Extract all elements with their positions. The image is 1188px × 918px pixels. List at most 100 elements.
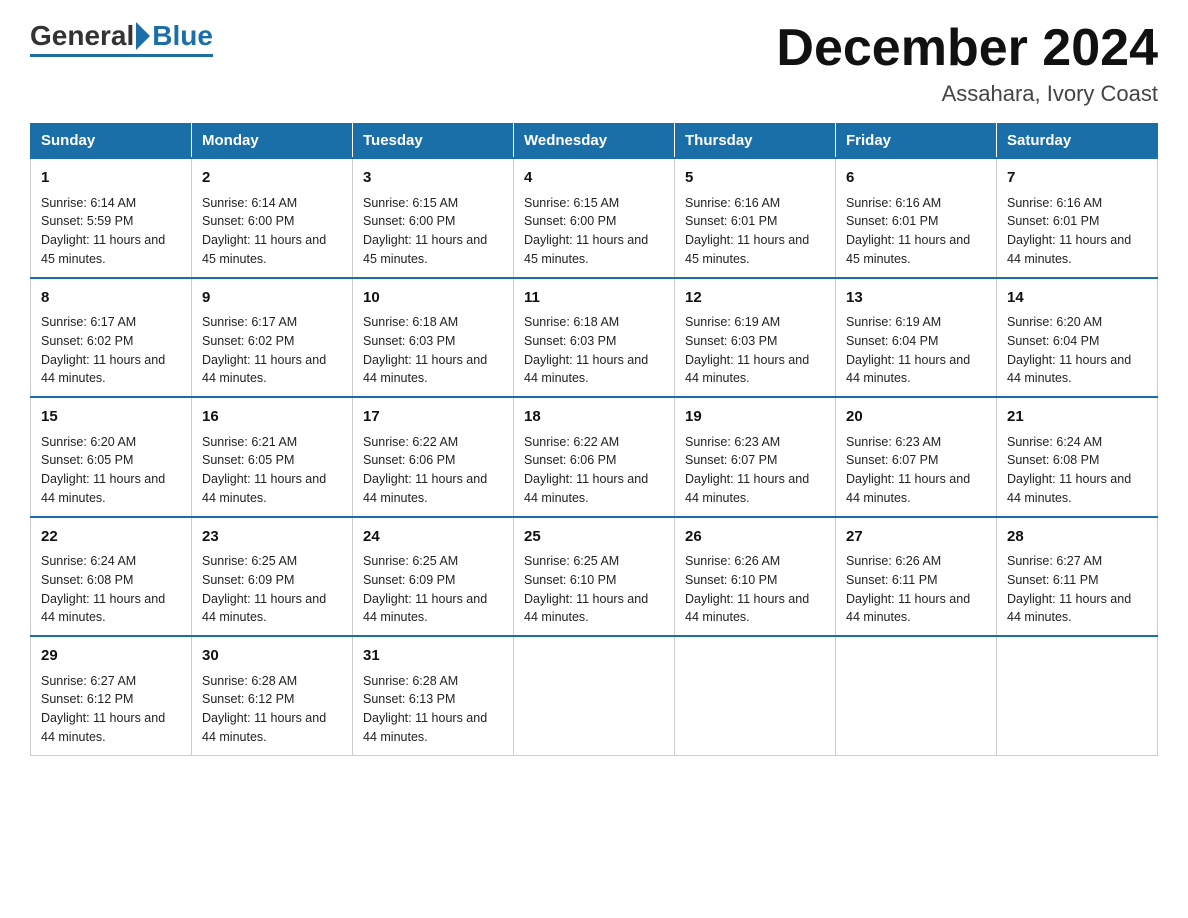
day-number: 17 xyxy=(363,406,503,429)
month-title: December 2024 xyxy=(776,20,1158,77)
calendar-cell: 24 Sunrise: 6:25 AMSunset: 6:09 PMDaylig… xyxy=(353,517,514,637)
week-row-1: 1 Sunrise: 6:14 AMSunset: 5:59 PMDayligh… xyxy=(31,158,1158,278)
day-number: 18 xyxy=(524,406,664,429)
calendar-cell: 29 Sunrise: 6:27 AMSunset: 6:12 PMDaylig… xyxy=(31,636,192,755)
day-number: 7 xyxy=(1007,167,1147,190)
calendar-cell: 8 Sunrise: 6:17 AMSunset: 6:02 PMDayligh… xyxy=(31,278,192,398)
day-number: 13 xyxy=(846,287,986,310)
day-info: Sunrise: 6:19 AMSunset: 6:03 PMDaylight:… xyxy=(685,315,809,385)
day-info: Sunrise: 6:20 AMSunset: 6:04 PMDaylight:… xyxy=(1007,315,1131,385)
day-number: 2 xyxy=(202,167,342,190)
day-number: 14 xyxy=(1007,287,1147,310)
logo: General Blue xyxy=(30,20,213,57)
day-number: 20 xyxy=(846,406,986,429)
day-number: 30 xyxy=(202,645,342,668)
day-info: Sunrise: 6:23 AMSunset: 6:07 PMDaylight:… xyxy=(846,435,970,505)
calendar-table: Sunday Monday Tuesday Wednesday Thursday… xyxy=(30,123,1158,756)
week-row-2: 8 Sunrise: 6:17 AMSunset: 6:02 PMDayligh… xyxy=(31,278,1158,398)
day-info: Sunrise: 6:16 AMSunset: 6:01 PMDaylight:… xyxy=(685,196,809,266)
calendar-cell xyxy=(836,636,997,755)
calendar-cell: 19 Sunrise: 6:23 AMSunset: 6:07 PMDaylig… xyxy=(675,397,836,517)
day-info: Sunrise: 6:15 AMSunset: 6:00 PMDaylight:… xyxy=(363,196,487,266)
day-number: 9 xyxy=(202,287,342,310)
logo-general-text: General xyxy=(30,20,134,52)
page-header: General Blue December 2024 Assahara, Ivo… xyxy=(30,20,1158,107)
calendar-cell: 30 Sunrise: 6:28 AMSunset: 6:12 PMDaylig… xyxy=(192,636,353,755)
week-row-5: 29 Sunrise: 6:27 AMSunset: 6:12 PMDaylig… xyxy=(31,636,1158,755)
day-info: Sunrise: 6:14 AMSunset: 5:59 PMDaylight:… xyxy=(41,196,165,266)
calendar-cell: 21 Sunrise: 6:24 AMSunset: 6:08 PMDaylig… xyxy=(997,397,1158,517)
day-info: Sunrise: 6:14 AMSunset: 6:00 PMDaylight:… xyxy=(202,196,326,266)
day-info: Sunrise: 6:16 AMSunset: 6:01 PMDaylight:… xyxy=(1007,196,1131,266)
title-area: December 2024 Assahara, Ivory Coast xyxy=(776,20,1158,107)
calendar-cell: 27 Sunrise: 6:26 AMSunset: 6:11 PMDaylig… xyxy=(836,517,997,637)
day-info: Sunrise: 6:25 AMSunset: 6:09 PMDaylight:… xyxy=(363,554,487,624)
calendar-cell: 28 Sunrise: 6:27 AMSunset: 6:11 PMDaylig… xyxy=(997,517,1158,637)
header-wednesday: Wednesday xyxy=(514,124,675,159)
day-info: Sunrise: 6:26 AMSunset: 6:11 PMDaylight:… xyxy=(846,554,970,624)
header-sunday: Sunday xyxy=(31,124,192,159)
calendar-cell: 15 Sunrise: 6:20 AMSunset: 6:05 PMDaylig… xyxy=(31,397,192,517)
day-info: Sunrise: 6:18 AMSunset: 6:03 PMDaylight:… xyxy=(363,315,487,385)
day-info: Sunrise: 6:25 AMSunset: 6:10 PMDaylight:… xyxy=(524,554,648,624)
header-friday: Friday xyxy=(836,124,997,159)
calendar-cell: 9 Sunrise: 6:17 AMSunset: 6:02 PMDayligh… xyxy=(192,278,353,398)
calendar-cell: 17 Sunrise: 6:22 AMSunset: 6:06 PMDaylig… xyxy=(353,397,514,517)
day-info: Sunrise: 6:22 AMSunset: 6:06 PMDaylight:… xyxy=(363,435,487,505)
day-info: Sunrise: 6:28 AMSunset: 6:12 PMDaylight:… xyxy=(202,674,326,744)
calendar-cell: 4 Sunrise: 6:15 AMSunset: 6:00 PMDayligh… xyxy=(514,158,675,278)
calendar-cell: 6 Sunrise: 6:16 AMSunset: 6:01 PMDayligh… xyxy=(836,158,997,278)
day-number: 31 xyxy=(363,645,503,668)
day-info: Sunrise: 6:28 AMSunset: 6:13 PMDaylight:… xyxy=(363,674,487,744)
location-subtitle: Assahara, Ivory Coast xyxy=(776,81,1158,107)
day-number: 16 xyxy=(202,406,342,429)
day-info: Sunrise: 6:17 AMSunset: 6:02 PMDaylight:… xyxy=(202,315,326,385)
header-monday: Monday xyxy=(192,124,353,159)
calendar-cell: 2 Sunrise: 6:14 AMSunset: 6:00 PMDayligh… xyxy=(192,158,353,278)
day-number: 6 xyxy=(846,167,986,190)
calendar-cell: 26 Sunrise: 6:26 AMSunset: 6:10 PMDaylig… xyxy=(675,517,836,637)
day-info: Sunrise: 6:21 AMSunset: 6:05 PMDaylight:… xyxy=(202,435,326,505)
calendar-cell xyxy=(675,636,836,755)
week-row-4: 22 Sunrise: 6:24 AMSunset: 6:08 PMDaylig… xyxy=(31,517,1158,637)
calendar-cell: 12 Sunrise: 6:19 AMSunset: 6:03 PMDaylig… xyxy=(675,278,836,398)
day-info: Sunrise: 6:22 AMSunset: 6:06 PMDaylight:… xyxy=(524,435,648,505)
day-info: Sunrise: 6:24 AMSunset: 6:08 PMDaylight:… xyxy=(1007,435,1131,505)
day-number: 21 xyxy=(1007,406,1147,429)
calendar-cell: 22 Sunrise: 6:24 AMSunset: 6:08 PMDaylig… xyxy=(31,517,192,637)
calendar-cell: 1 Sunrise: 6:14 AMSunset: 5:59 PMDayligh… xyxy=(31,158,192,278)
day-number: 24 xyxy=(363,526,503,549)
day-number: 27 xyxy=(846,526,986,549)
day-number: 23 xyxy=(202,526,342,549)
calendar-cell: 16 Sunrise: 6:21 AMSunset: 6:05 PMDaylig… xyxy=(192,397,353,517)
logo-underline xyxy=(30,54,213,57)
day-info: Sunrise: 6:17 AMSunset: 6:02 PMDaylight:… xyxy=(41,315,165,385)
calendar-cell: 3 Sunrise: 6:15 AMSunset: 6:00 PMDayligh… xyxy=(353,158,514,278)
header-tuesday: Tuesday xyxy=(353,124,514,159)
calendar-cell xyxy=(514,636,675,755)
day-info: Sunrise: 6:18 AMSunset: 6:03 PMDaylight:… xyxy=(524,315,648,385)
calendar-cell: 23 Sunrise: 6:25 AMSunset: 6:09 PMDaylig… xyxy=(192,517,353,637)
day-info: Sunrise: 6:15 AMSunset: 6:00 PMDaylight:… xyxy=(524,196,648,266)
day-number: 8 xyxy=(41,287,181,310)
calendar-cell xyxy=(997,636,1158,755)
day-number: 29 xyxy=(41,645,181,668)
day-number: 22 xyxy=(41,526,181,549)
week-row-3: 15 Sunrise: 6:20 AMSunset: 6:05 PMDaylig… xyxy=(31,397,1158,517)
header-thursday: Thursday xyxy=(675,124,836,159)
calendar-cell: 10 Sunrise: 6:18 AMSunset: 6:03 PMDaylig… xyxy=(353,278,514,398)
day-info: Sunrise: 6:24 AMSunset: 6:08 PMDaylight:… xyxy=(41,554,165,624)
day-number: 3 xyxy=(363,167,503,190)
day-number: 1 xyxy=(41,167,181,190)
day-number: 26 xyxy=(685,526,825,549)
day-info: Sunrise: 6:25 AMSunset: 6:09 PMDaylight:… xyxy=(202,554,326,624)
day-info: Sunrise: 6:23 AMSunset: 6:07 PMDaylight:… xyxy=(685,435,809,505)
calendar-cell: 20 Sunrise: 6:23 AMSunset: 6:07 PMDaylig… xyxy=(836,397,997,517)
logo-blue-text: Blue xyxy=(152,20,213,52)
calendar-cell: 25 Sunrise: 6:25 AMSunset: 6:10 PMDaylig… xyxy=(514,517,675,637)
calendar-cell: 18 Sunrise: 6:22 AMSunset: 6:06 PMDaylig… xyxy=(514,397,675,517)
day-number: 4 xyxy=(524,167,664,190)
day-info: Sunrise: 6:20 AMSunset: 6:05 PMDaylight:… xyxy=(41,435,165,505)
day-number: 5 xyxy=(685,167,825,190)
day-number: 19 xyxy=(685,406,825,429)
